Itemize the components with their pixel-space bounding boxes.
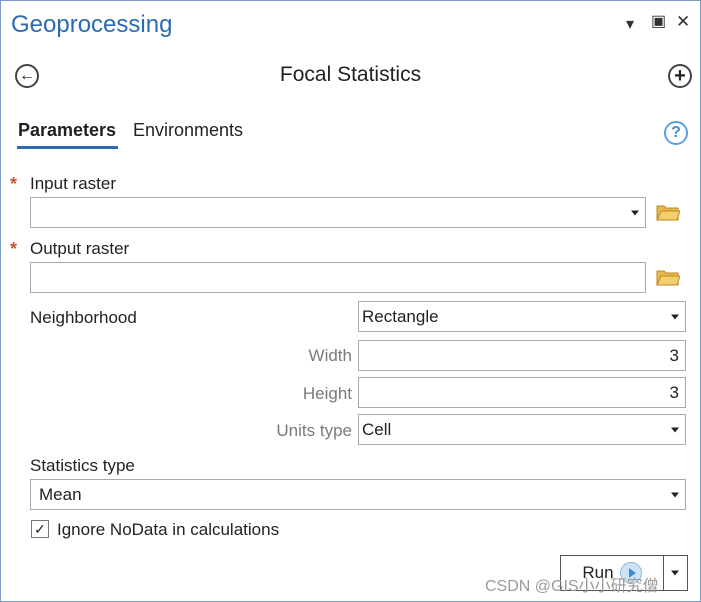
height-input[interactable]: 3 [358, 377, 686, 408]
output-raster-input[interactable] [30, 262, 646, 293]
ignore-nodata-checkbox[interactable]: ✓ [31, 520, 49, 538]
output-raster-label: Output raster [30, 239, 130, 258]
chevron-down-icon [631, 210, 639, 215]
chevron-down-icon [671, 314, 679, 319]
width-input[interactable]: 3 [358, 340, 686, 371]
required-marker: * [10, 174, 18, 194]
plus-icon: + [674, 65, 686, 87]
height-value: 3 [669, 382, 679, 402]
help-icon[interactable]: ? [664, 121, 688, 145]
neighborhood-label: Neighborhood [30, 308, 137, 327]
maximize-icon[interactable]: ▣ [651, 11, 666, 31]
statistics-type-select[interactable]: Mean [30, 479, 686, 510]
pane-title: Geoprocessing [11, 11, 173, 38]
chevron-down-icon [671, 570, 679, 576]
run-options-dropdown[interactable] [663, 555, 688, 591]
browse-folder-icon[interactable] [656, 269, 680, 286]
statistics-type-label: Statistics type [30, 456, 135, 475]
tool-title: Focal Statistics [279, 63, 422, 86]
neighborhood-select[interactable]: Rectangle [358, 301, 686, 332]
statistics-type-value: Mean [39, 484, 82, 504]
tab-environments[interactable]: Environments [133, 120, 243, 141]
close-icon[interactable]: ✕ [676, 12, 690, 32]
pane-menu-icon[interactable]: ▾ [626, 14, 634, 34]
add-to-favorites-button[interactable]: + [668, 64, 692, 88]
input-raster-combo[interactable] [30, 197, 646, 228]
units-type-label: Units type [276, 421, 352, 440]
browse-folder-icon[interactable] [656, 204, 680, 221]
watermark: CSDN @GIS小小研究僧 [485, 578, 659, 595]
input-raster-label: Input raster [30, 174, 116, 193]
ignore-nodata-label[interactable]: Ignore NoData in calculations [57, 520, 279, 540]
checkmark-icon: ✓ [34, 520, 46, 537]
height-label: Height [302, 384, 352, 403]
tab-parameters-underline [17, 146, 118, 149]
neighborhood-value: Rectangle [362, 306, 439, 326]
tab-parameters[interactable]: Parameters [18, 120, 116, 141]
width-label: Width [308, 346, 352, 365]
width-value: 3 [669, 345, 679, 365]
chevron-down-icon [671, 492, 679, 497]
units-type-value: Cell [362, 419, 392, 439]
units-type-select[interactable]: Cell [358, 414, 686, 445]
required-marker: * [10, 239, 18, 259]
chevron-down-icon [671, 427, 679, 432]
